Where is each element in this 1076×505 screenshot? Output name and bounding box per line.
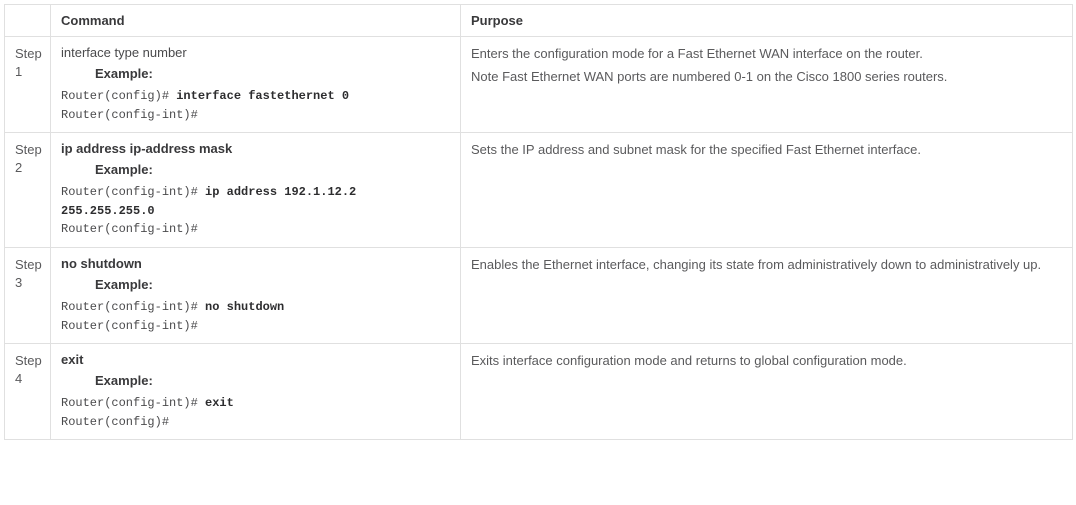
table-header-row: Command Purpose <box>5 5 1073 37</box>
cli-line: Router(config-int)# ip address 192.1.12.… <box>61 183 450 220</box>
purpose-cell: Enters the configuration mode for a Fast… <box>461 37 1073 133</box>
cli-example: Router(config-int)# exit Router(config)# <box>61 394 450 431</box>
cli-command: exit <box>205 396 234 410</box>
example-label: Example: <box>95 277 450 292</box>
purpose-cell: Exits interface configuration mode and r… <box>461 344 1073 440</box>
command-cell: no shutdown Example: Router(config-int)# n… <box>51 247 461 343</box>
cli-example: Router(config-int)# no shutdownRouter(co… <box>61 298 450 335</box>
cli-command: interface fastethernet 0 <box>176 89 349 103</box>
table-row: Step 3 no shutdown Example: Router(config-i… <box>5 247 1073 343</box>
step-label: Step 4 <box>5 344 51 440</box>
header-blank <box>5 5 51 37</box>
step-label: Step 3 <box>5 247 51 343</box>
cli-prompt: Router(config-int)# <box>61 319 198 333</box>
cli-prompt: Router(config-int)# <box>61 185 205 199</box>
cli-line: Router(config-int)# <box>61 317 450 336</box>
purpose-text: Enables the Ethernet interface, changing… <box>471 256 1062 275</box>
cli-command: no shutdown <box>205 300 284 314</box>
cli-line: Router(config-int)# <box>61 106 450 125</box>
cli-prompt: Router(config-int)# <box>61 222 198 236</box>
table-row: Step 2 ip address ip-address mask Example:… <box>5 133 1073 248</box>
cli-prompt: Router(config)# <box>61 89 176 103</box>
cli-example: Router(config-int)# ip address 192.1.12.… <box>61 183 450 239</box>
purpose-text: Note Fast Ethernet WAN ports are numbere… <box>471 68 1062 87</box>
step-label: Step 2 <box>5 133 51 248</box>
purpose-cell: Sets the IP address and subnet mask for … <box>461 133 1073 248</box>
cli-line: Router(config)# <box>61 413 450 432</box>
header-purpose: Purpose <box>461 5 1073 37</box>
cli-prompt: Router(config-int)# <box>61 108 198 122</box>
cli-example: Router(config)# interface fastethernet 0… <box>61 87 450 124</box>
command-text: exit <box>61 352 450 367</box>
example-label: Example: <box>95 162 450 177</box>
config-steps-table: Command Purpose Step 1interface type num… <box>4 4 1073 440</box>
purpose-cell: Enables the Ethernet interface, changing… <box>461 247 1073 343</box>
cli-line: Router(config-int)# exit <box>61 394 450 413</box>
table-row: Step 4 exit Example: Router(config-int)# ex… <box>5 344 1073 440</box>
cli-prompt: Router(config-int)# <box>61 396 205 410</box>
cli-line: Router(config-int)# <box>61 220 450 239</box>
example-label: Example: <box>95 66 450 81</box>
step-label: Step 1 <box>5 37 51 133</box>
command-cell: interface type number Example: Router(conf… <box>51 37 461 133</box>
command-text: no shutdown <box>61 256 450 271</box>
command-cell: ip address ip-address mask Example: Router… <box>51 133 461 248</box>
command-cell: exitExample:Router(config-int)# exitRout… <box>51 344 461 440</box>
cli-prompt: Router(config)# <box>61 415 169 429</box>
cli-prompt: Router(config-int)# <box>61 300 205 314</box>
command-text: ip address ip-address mask <box>61 141 450 156</box>
header-command: Command <box>51 5 461 37</box>
cli-line: Router(config-int)# no shutdown <box>61 298 450 317</box>
table-row: Step 1 interface type number Example: Route… <box>5 37 1073 133</box>
purpose-text: Exits interface configuration mode and r… <box>471 352 1062 371</box>
cli-line: Router(config)# interface fastethernet 0 <box>61 87 450 106</box>
command-text: interface type number <box>61 45 450 60</box>
example-label: Example: <box>95 373 450 388</box>
purpose-text: Enters the configuration mode for a Fast… <box>471 45 1062 64</box>
purpose-text: Sets the IP address and subnet mask for … <box>471 141 1062 160</box>
